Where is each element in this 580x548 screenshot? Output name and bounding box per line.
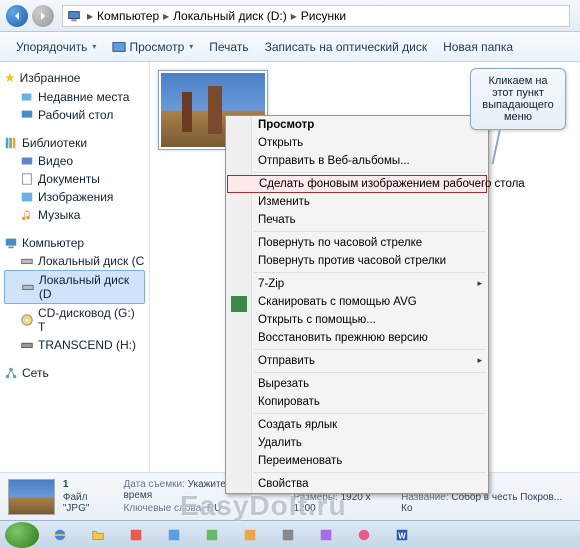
burn-button[interactable]: Записать на оптический диск xyxy=(257,36,436,58)
usb-icon xyxy=(20,338,34,352)
taskbar-app1[interactable] xyxy=(118,523,154,547)
svg-text:W: W xyxy=(398,531,406,540)
network-group[interactable]: Сеть xyxy=(4,364,145,382)
navigation-pane: ★Избранное Недавние места Рабочий стол Б… xyxy=(0,62,150,472)
preview-icon xyxy=(112,40,126,54)
start-button[interactable] xyxy=(4,523,40,547)
crumb-folder[interactable]: Рисунки xyxy=(299,9,348,23)
ctx-print[interactable]: Печать xyxy=(226,211,488,229)
context-menu: Просмотр Открыть Отправить в Веб-альбомы… xyxy=(225,115,489,494)
doc-icon xyxy=(20,172,34,186)
word-icon: W xyxy=(395,528,409,542)
ctx-edit[interactable]: Изменить xyxy=(226,193,488,211)
app-icon xyxy=(205,528,219,542)
computer-icon xyxy=(67,9,81,23)
ctx-preview[interactable]: Просмотр xyxy=(226,116,488,134)
folder-icon xyxy=(91,528,105,542)
print-button[interactable]: Печать xyxy=(201,36,256,58)
drive-icon xyxy=(21,280,35,294)
details-thumbnail xyxy=(8,479,55,515)
preview-button[interactable]: Просмотр xyxy=(104,36,201,58)
music-icon xyxy=(20,208,34,222)
ctx-set-background[interactable]: Сделать фоновым изображением рабочего ст… xyxy=(227,175,487,193)
taskbar-app6[interactable] xyxy=(308,523,344,547)
ctx-send-to[interactable]: Отправить xyxy=(226,352,488,370)
breadcrumb[interactable]: ▸ Компьютер ▸ Локальный диск (D:) ▸ Рису… xyxy=(62,5,570,27)
sidebar-item-drive-d[interactable]: Локальный диск (D xyxy=(4,270,145,304)
ctx-scan-avg[interactable]: Сканировать с помощью AVG xyxy=(226,293,488,311)
avg-icon xyxy=(231,296,247,312)
library-icon xyxy=(4,136,18,150)
computer-icon xyxy=(4,236,18,250)
ctx-open-with[interactable]: Открыть с помощью... xyxy=(226,311,488,329)
sidebar-item-desktop[interactable]: Рабочий стол xyxy=(4,106,145,124)
crumb-computer[interactable]: Компьютер xyxy=(95,9,161,23)
favorites-group[interactable]: ★Избранное xyxy=(4,68,145,88)
app-icon xyxy=(319,528,333,542)
back-button[interactable] xyxy=(6,5,28,27)
taskbar-app2[interactable] xyxy=(156,523,192,547)
app-icon xyxy=(243,528,257,542)
taskbar-word[interactable]: W xyxy=(384,523,420,547)
cd-icon xyxy=(20,313,34,327)
sidebar-item-cd[interactable]: CD-дисковод (G:) T xyxy=(4,304,145,336)
keywords[interactable]: RU xyxy=(207,503,221,514)
organize-button[interactable]: Упорядочить xyxy=(8,36,104,58)
ctx-rename[interactable]: Переименовать xyxy=(226,452,488,470)
ctx-open[interactable]: Открыть xyxy=(226,134,488,152)
ctx-delete[interactable]: Удалить xyxy=(226,434,488,452)
ctx-rotate-ccw[interactable]: Повернуть против часовой стрелки xyxy=(226,252,488,270)
computer-group[interactable]: Компьютер xyxy=(4,234,145,252)
crumb-drive[interactable]: Локальный диск (D:) xyxy=(171,9,289,23)
app-icon xyxy=(167,528,181,542)
star-icon: ★ xyxy=(4,70,16,86)
taskbar-app5[interactable] xyxy=(270,523,306,547)
sidebar-item-pictures[interactable]: Изображения xyxy=(4,188,145,206)
sidebar-item-documents[interactable]: Документы xyxy=(4,170,145,188)
sidebar-item-video[interactable]: Видео xyxy=(4,152,145,170)
ctx-cut[interactable]: Вырезать xyxy=(226,375,488,393)
sidebar-item-drive-c[interactable]: Локальный диск (C xyxy=(4,252,145,270)
ie-icon xyxy=(53,528,67,542)
sidebar-item-recent[interactable]: Недавние места xyxy=(4,88,145,106)
network-icon xyxy=(4,366,18,380)
libraries-group[interactable]: Библиотеки xyxy=(4,134,145,152)
taskbar: W xyxy=(0,520,580,548)
taskbar-explorer[interactable] xyxy=(80,523,116,547)
address-bar: ▸ Компьютер ▸ Локальный диск (D:) ▸ Рису… xyxy=(0,0,580,32)
taskbar-app7[interactable] xyxy=(346,523,382,547)
drive-icon xyxy=(20,254,34,268)
toolbar: Упорядочить Просмотр Печать Записать на … xyxy=(0,32,580,62)
taskbar-app4[interactable] xyxy=(232,523,268,547)
ctx-rotate-cw[interactable]: Повернуть по часовой стрелке xyxy=(226,234,488,252)
pic-icon xyxy=(20,190,34,204)
app-icon xyxy=(129,528,143,542)
desktop-icon xyxy=(20,108,34,122)
taskbar-app3[interactable] xyxy=(194,523,230,547)
app-icon xyxy=(281,528,295,542)
forward-button[interactable] xyxy=(32,5,54,27)
file-type: Файл "JPG" xyxy=(63,492,116,514)
ctx-send-web[interactable]: Отправить в Веб-альбомы... xyxy=(226,152,488,170)
ctx-shortcut[interactable]: Создать ярлык xyxy=(226,416,488,434)
ctx-properties[interactable]: Свойства xyxy=(226,475,488,493)
ctx-7zip[interactable]: 7-Zip xyxy=(226,275,488,293)
video-icon xyxy=(20,154,34,168)
newfolder-button[interactable]: Новая папка xyxy=(435,36,521,58)
app-icon xyxy=(357,528,371,542)
taskbar-ie[interactable] xyxy=(42,523,78,547)
sidebar-item-music[interactable]: Музыка xyxy=(4,206,145,224)
recent-icon xyxy=(20,90,34,104)
file-name: 1 xyxy=(63,479,69,490)
ctx-copy[interactable]: Копировать xyxy=(226,393,488,411)
ctx-restore[interactable]: Восстановить прежнюю версию xyxy=(226,329,488,347)
instruction-callout: Кликаем на этот пункт выпадающего меню xyxy=(470,68,566,130)
sidebar-item-usb[interactable]: TRANSCEND (H:) xyxy=(4,336,145,354)
